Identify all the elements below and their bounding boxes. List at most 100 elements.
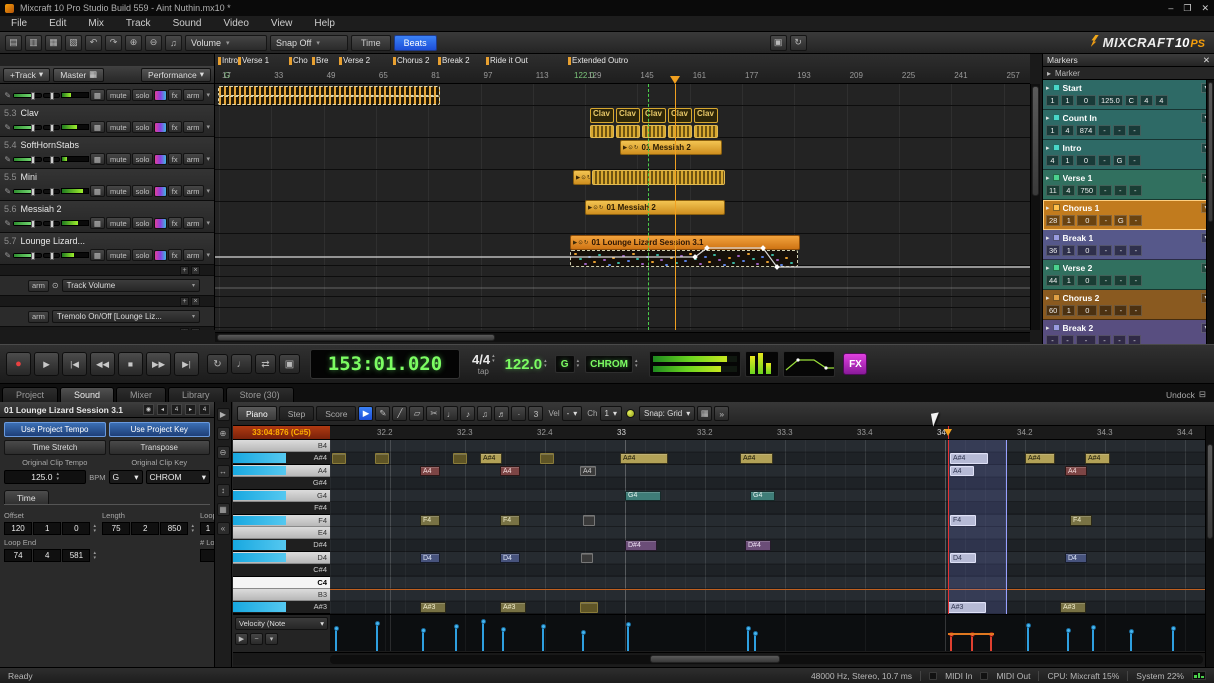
- zoom-horizontal-icon[interactable]: ↔: [217, 465, 230, 478]
- volume-slider[interactable]: [13, 125, 41, 130]
- keyboard-icon[interactable]: ▦: [90, 185, 105, 197]
- clip-lounge[interactable]: ▶⊙↻01 Lounge Lizard Session 3.1: [570, 235, 800, 250]
- marker-param-field[interactable]: -: [1098, 125, 1111, 136]
- marker-time-field[interactable]: 4: [1062, 185, 1075, 196]
- marker-time-field[interactable]: 1: [1061, 95, 1074, 106]
- piano-roll-vertical-scrollbar[interactable]: [1205, 426, 1214, 667]
- velocity-stem[interactable]: [502, 630, 504, 651]
- field-value[interactable]: 4: [33, 549, 61, 562]
- midi-note[interactable]: [375, 453, 389, 464]
- clip-scale-dropdown[interactable]: CHROM▾: [146, 470, 211, 484]
- automation-curve-icon[interactable]: [154, 90, 166, 101]
- velocity-handle[interactable]: [334, 626, 339, 631]
- field-value[interactable]: 1: [33, 522, 61, 535]
- fx-button[interactable]: fx: [168, 153, 182, 165]
- play-tool-icon[interactable]: ▶: [358, 406, 373, 421]
- arm-button[interactable]: arm: [183, 89, 204, 101]
- scrollbar-thumb[interactable]: [1207, 444, 1213, 539]
- midi-note[interactable]: D#4: [625, 540, 657, 551]
- piano-key-d4[interactable]: D4: [233, 552, 330, 564]
- undo-icon[interactable]: ↶: [85, 35, 102, 51]
- piano-key-g4[interactable]: G4: [233, 490, 330, 502]
- marker-time-field[interactable]: 0: [1076, 95, 1096, 106]
- midi-editor-icon[interactable]: ♫: [165, 35, 182, 51]
- marker-param-field[interactable]: -: [1129, 185, 1142, 196]
- midi-note[interactable]: F4: [1070, 515, 1092, 526]
- midi-note[interactable]: A#3: [1060, 602, 1086, 613]
- piano-key-e4[interactable]: E4: [233, 527, 330, 539]
- pan-slider[interactable]: [43, 125, 60, 130]
- marker-param-field[interactable]: G: [1113, 155, 1126, 166]
- section-marker[interactable]: Verse 2: [343, 56, 370, 65]
- midi-note[interactable]: D4: [500, 553, 520, 564]
- playhead-flag-icon[interactable]: [944, 429, 952, 436]
- midi-note[interactable]: A#4: [620, 453, 668, 464]
- arm-button[interactable]: arm: [28, 280, 49, 292]
- marker-time-field[interactable]: 750: [1077, 185, 1097, 196]
- marker-row[interactable]: ▸Intro▾410-G-: [1043, 140, 1214, 170]
- piano-key-gs4[interactable]: G#4: [233, 477, 330, 489]
- use-project-key-button[interactable]: Use Project Key: [109, 422, 211, 437]
- chevron-down-icon[interactable]: ▾: [205, 187, 213, 195]
- midi-note[interactable]: A#4: [480, 453, 502, 464]
- rewind-start-button[interactable]: |◀: [62, 352, 87, 376]
- marker-time-field[interactable]: 0: [1077, 305, 1097, 316]
- spinner-icon[interactable]: ▴▾: [544, 359, 547, 369]
- marker-time-field[interactable]: 60: [1046, 305, 1060, 316]
- marker-param-field[interactable]: -: [1099, 215, 1112, 226]
- marker-param-field[interactable]: 4: [1155, 95, 1168, 106]
- line-icon[interactable]: ╱: [392, 406, 407, 421]
- mute-button[interactable]: mute: [106, 185, 131, 197]
- mute-button[interactable]: mute: [106, 217, 131, 229]
- midi-note[interactable]: A#4: [1025, 453, 1055, 464]
- zoom-out-icon[interactable]: ⊖: [217, 446, 230, 459]
- scrollbar-thumb[interactable]: [217, 334, 495, 341]
- snap-grid-dropdown[interactable]: Snap: Grid▾: [639, 406, 695, 421]
- scrollbar-thumb[interactable]: [1032, 86, 1039, 196]
- midi-note[interactable]: G4: [750, 491, 775, 502]
- color-tool-icon[interactable]: [626, 409, 635, 418]
- field-value[interactable]: 850: [160, 522, 188, 535]
- clip-clav-wave-3[interactable]: [642, 125, 666, 138]
- fx-button[interactable]: FX: [843, 353, 867, 375]
- velocity-stem[interactable]: [1172, 629, 1174, 651]
- marker-param-field[interactable]: -: [1099, 305, 1112, 316]
- marker-time-field[interactable]: 874: [1076, 125, 1096, 136]
- zoom-in-icon[interactable]: ⊕: [125, 35, 142, 51]
- volume-slider[interactable]: [13, 253, 41, 258]
- tempo-display[interactable]: 122.0: [505, 356, 543, 373]
- clip-lane-area[interactable]: ClavClavClavClavClav▶⊙↻01 Messiah 2▶⊙↻Mi…: [215, 84, 1030, 330]
- marker-time-field[interactable]: 1: [1062, 305, 1075, 316]
- midi-note[interactable]: A#4: [1085, 453, 1110, 464]
- clip-mini[interactable]: ▶⊙↻Mini: [573, 170, 591, 185]
- marker-param-field[interactable]: -: [1128, 125, 1141, 136]
- redo-icon[interactable]: ↷: [105, 35, 122, 51]
- field-value[interactable]: 74: [4, 549, 32, 562]
- clip-lounge-preview[interactable]: [570, 250, 798, 267]
- piano-key-fs4[interactable]: F#4: [233, 502, 330, 514]
- zoom-in-icon[interactable]: ⊕: [217, 427, 230, 440]
- speaker-icon[interactable]: ◉: [143, 404, 154, 415]
- midi-note[interactable]: F4: [420, 515, 440, 526]
- section-marker[interactable]: Break 2: [442, 56, 470, 65]
- zoom-vertical-icon[interactable]: ↕: [217, 484, 230, 497]
- piano-key-f4[interactable]: F4: [233, 515, 330, 527]
- note-duration-button-2[interactable]: ♫: [477, 406, 492, 421]
- marker-param-field[interactable]: -: [1113, 335, 1126, 344]
- marker-row[interactable]: ▸Break 2▾------: [1043, 320, 1214, 344]
- tap-tempo-button[interactable]: tap: [478, 368, 489, 376]
- clip-clav-4[interactable]: Clav: [668, 108, 692, 123]
- pencil-icon[interactable]: ✎: [3, 251, 12, 260]
- piano-key-ds4[interactable]: D#4: [233, 539, 330, 551]
- solo-button[interactable]: solo: [132, 249, 154, 261]
- expand-icon[interactable]: ▸: [1046, 324, 1050, 332]
- keyboard-icon[interactable]: ▦: [90, 249, 105, 261]
- midi-note[interactable]: D#4: [745, 540, 771, 551]
- record-button[interactable]: ●: [6, 352, 31, 376]
- chevron-down-icon[interactable]: ▾: [205, 219, 213, 227]
- note-duration-button-0[interactable]: ♩: [443, 406, 458, 421]
- midi-merge-button[interactable]: ⇄: [255, 354, 276, 374]
- section-marker[interactable]: Bre: [316, 56, 328, 65]
- mute-button[interactable]: mute: [106, 153, 131, 165]
- expand-icon[interactable]: ▸: [1047, 69, 1051, 78]
